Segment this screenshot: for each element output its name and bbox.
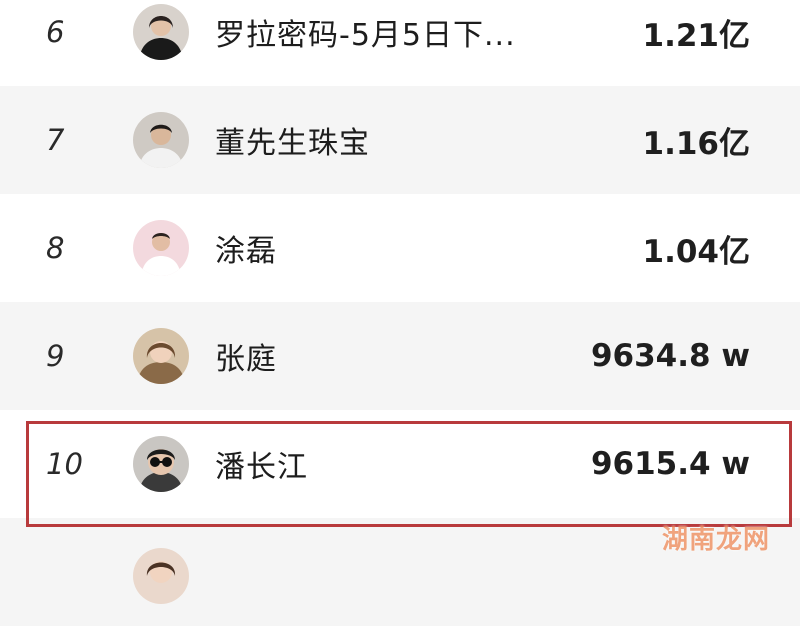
list-item[interactable]: 9 张庭 9634.8 w bbox=[0, 302, 800, 410]
rank-number: 9 bbox=[46, 339, 65, 373]
avatar bbox=[133, 548, 189, 604]
sales-value: 1.16亿 bbox=[642, 125, 751, 162]
avatar bbox=[133, 328, 189, 384]
list-item[interactable]: 6 罗拉密码-5月5日下... 1.21亿 bbox=[0, 0, 800, 86]
list-item[interactable]: 7 董先生珠宝 1.16亿 bbox=[0, 86, 800, 194]
avatar bbox=[133, 112, 189, 168]
streamer-name: 张庭 bbox=[215, 342, 277, 377]
list-item[interactable]: 8 涂磊 1.04亿 bbox=[0, 194, 800, 302]
rank-number bbox=[46, 518, 106, 626]
streamer-name: 涂磊 bbox=[215, 234, 277, 269]
rank-number: 7 bbox=[46, 123, 65, 157]
streamer-name: 罗拉密码-5月5日下... bbox=[215, 18, 516, 53]
streamer-name: 董先生珠宝 bbox=[215, 126, 370, 161]
watermark: 湖南龙网 bbox=[661, 525, 770, 555]
avatar bbox=[133, 220, 189, 276]
sales-value: 9634.8 w bbox=[590, 338, 750, 374]
avatar bbox=[133, 4, 189, 60]
rank-number: 8 bbox=[46, 231, 65, 265]
rank-number: 6 bbox=[46, 15, 65, 49]
sales-value: 1.21亿 bbox=[642, 17, 751, 54]
highlight-box bbox=[26, 421, 792, 527]
sales-value: 1.04亿 bbox=[642, 233, 751, 270]
